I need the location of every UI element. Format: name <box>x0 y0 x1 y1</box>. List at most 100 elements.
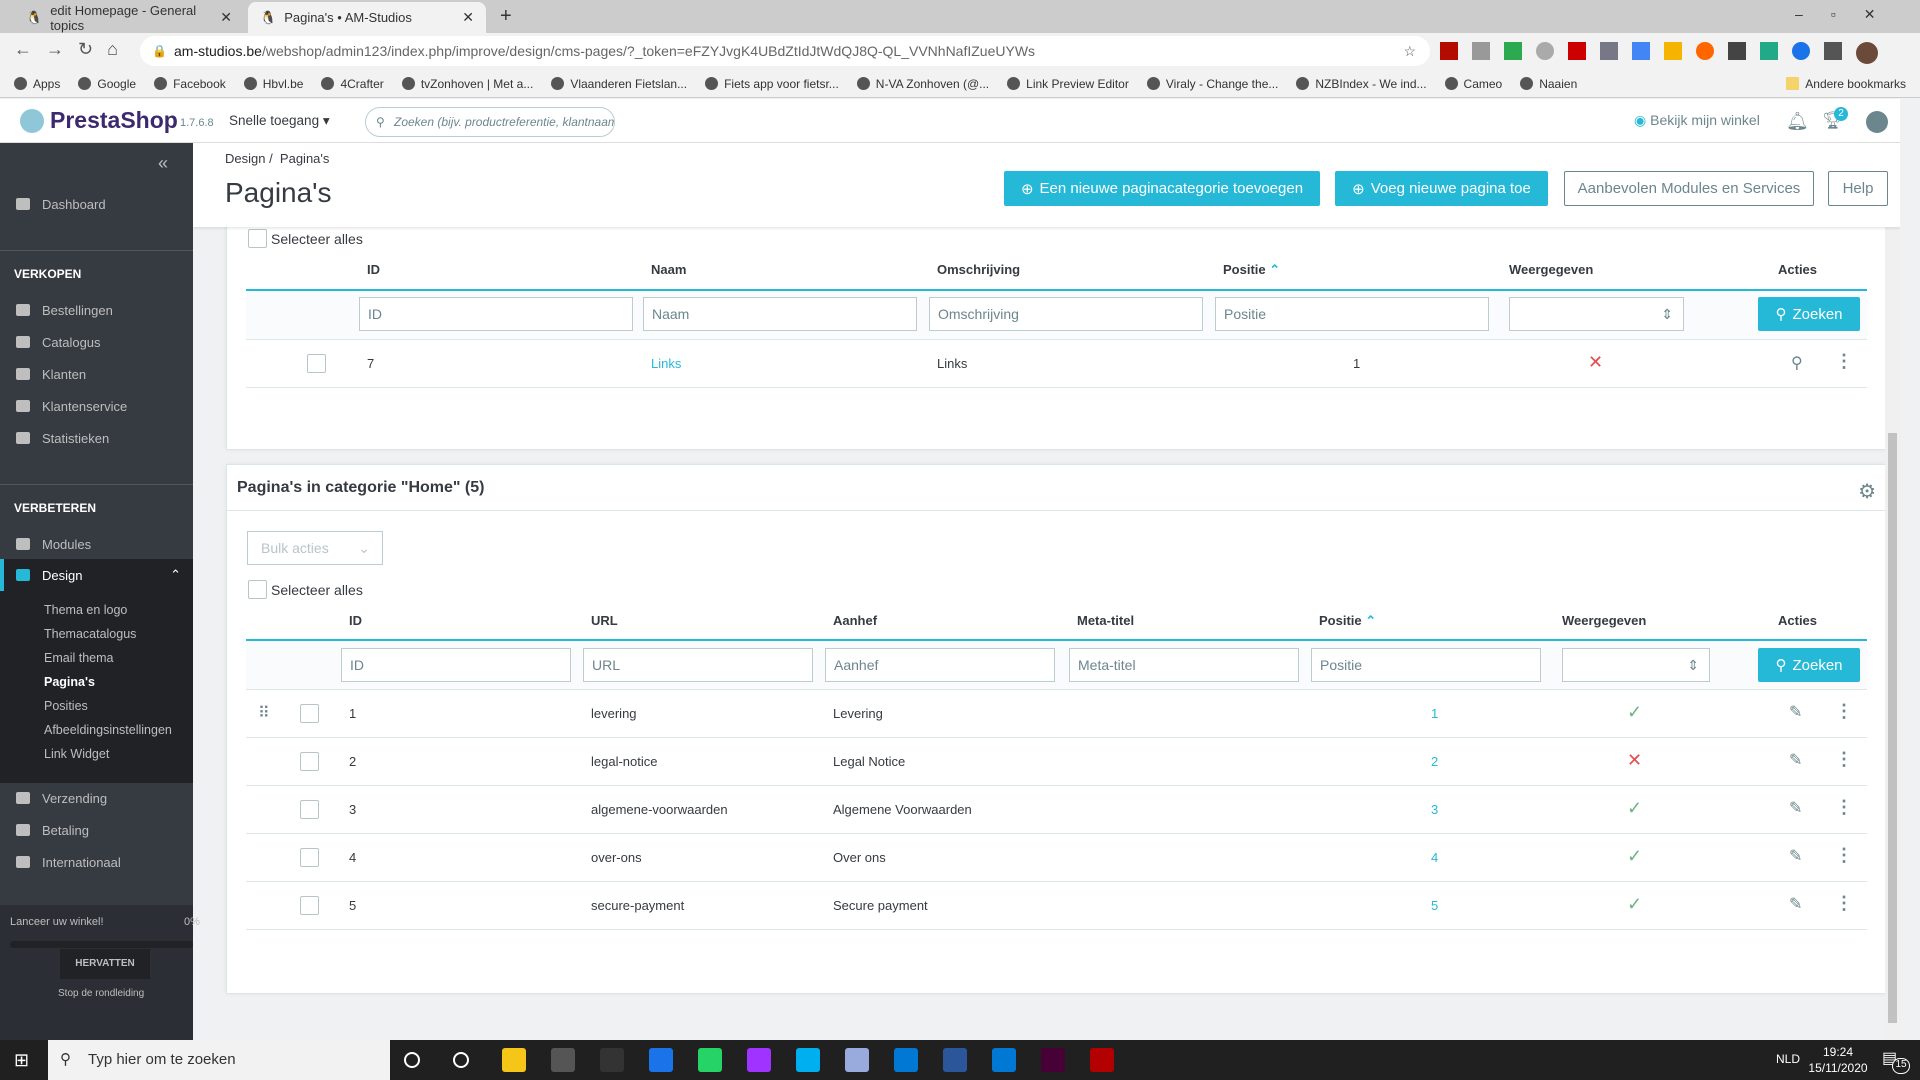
sidebar-item[interactable]: Verzending <box>0 782 193 814</box>
more-actions-icon[interactable]: ⋮ <box>1835 893 1853 914</box>
word-icon[interactable] <box>943 1048 967 1072</box>
collapse-sidebar-icon[interactable]: « <box>158 153 168 174</box>
search-input[interactable]: ⚲ Zoeken (bijv. productreferentie, klantn… <box>365 107 615 137</box>
browser-tab-active[interactable]: 🐧 Pagina's • AM-Studios ✕ <box>248 2 486 33</box>
displayed-toggle[interactable]: ✓ <box>1627 798 1642 819</box>
notepad-icon[interactable] <box>845 1048 869 1072</box>
gear-icon[interactable]: ⚙ <box>1858 479 1876 504</box>
more-actions-icon[interactable]: ⋮ <box>1835 701 1853 722</box>
bookmark-item[interactable]: Cameo <box>1444 77 1502 91</box>
search-button[interactable]: ⚲ Zoeken <box>1758 297 1860 331</box>
filter-input[interactable]: ID <box>359 297 633 331</box>
sidebar-subitem[interactable]: Link Widget <box>44 747 109 761</box>
nav-buttons[interactable]: ←→↻⌂ <box>14 39 132 60</box>
filezilla-icon[interactable] <box>1090 1048 1114 1072</box>
new-tab-button[interactable]: + <box>500 5 512 28</box>
camera-icon[interactable] <box>992 1048 1016 1072</box>
sidebar-subitem[interactable]: Thema en logo <box>44 603 127 617</box>
bookmark-item[interactable]: Naaien <box>1520 77 1577 91</box>
sidebar-item-modules[interactable]: Modules <box>0 528 193 560</box>
sidebar-item-design[interactable]: Design ⌃ <box>0 559 193 591</box>
star-icon[interactable]: ☆ <box>1403 36 1416 66</box>
filter-input[interactable]: ID <box>341 648 571 682</box>
stop-tour-link[interactable]: Stop de rondleiding <box>58 988 144 999</box>
drag-handle-icon[interactable]: ⠿ <box>258 703 270 723</box>
language-indicator[interactable]: NLD <box>1776 1052 1800 1066</box>
row-checkbox[interactable] <box>307 354 326 373</box>
url-input[interactable]: 🔒 am-studios.be/webshop/admin123/index.ph… <box>140 36 1430 66</box>
displayed-toggle[interactable]: ✕ <box>1588 352 1603 373</box>
sidebar-subitem[interactable]: Pagina's <box>44 675 95 689</box>
displayed-toggle[interactable]: ✕ <box>1627 750 1642 771</box>
filter-input[interactable]: Meta-titel <box>1069 648 1299 682</box>
more-actions-icon[interactable]: ⋮ <box>1835 845 1853 866</box>
bookmark-item[interactable]: Apps <box>14 77 60 91</box>
bookmark-item[interactable]: tvZonhoven | Met a... <box>401 77 533 91</box>
filter-input[interactable]: URL <box>583 648 813 682</box>
clock[interactable]: 19:24 15/11/2020 <box>1808 1044 1868 1076</box>
row-checkbox[interactable] <box>300 800 319 819</box>
column-header[interactable]: Positie ⌃ <box>1223 262 1280 278</box>
recommended-modules-button[interactable]: Aanbevolen Modules en Services <box>1564 171 1814 206</box>
bookmark-item[interactable]: NZBIndex - We ind... <box>1296 77 1427 91</box>
page-scrollbar[interactable] <box>1885 143 1900 1040</box>
row-checkbox[interactable] <box>300 704 319 723</box>
view-shop-link[interactable]: ◉ Bekijk mijn winkel <box>1634 112 1760 129</box>
filter-input[interactable]: Positie <box>1215 297 1489 331</box>
bookmark-item[interactable]: Fiets app voor fietsr... <box>705 77 839 91</box>
close-tab-icon[interactable]: ✕ <box>220 9 232 26</box>
edit-pencil-icon[interactable]: ✎ <box>1789 702 1802 722</box>
more-actions-icon[interactable]: ⋮ <box>1835 749 1853 770</box>
bookmark-item[interactable]: 4Crafter <box>321 77 384 91</box>
close-tab-icon[interactable]: ✕ <box>462 9 474 26</box>
outlook-icon[interactable] <box>894 1048 918 1072</box>
bookmark-item[interactable]: Link Preview Editor <box>1007 77 1129 91</box>
help-button[interactable]: Help <box>1828 171 1888 206</box>
more-actions-icon[interactable]: ⋮ <box>1835 797 1853 818</box>
displayed-filter-select[interactable]: ⇕ <box>1509 297 1684 331</box>
breadcrumb-design[interactable]: Design <box>225 151 265 166</box>
windows-start-icon[interactable]: ⊞ <box>14 1050 29 1071</box>
dreamweaver-icon[interactable] <box>1041 1048 1065 1072</box>
sidebar-item[interactable]: Klantenservice <box>0 390 193 422</box>
view-icon[interactable]: ⚲ <box>1791 353 1803 373</box>
sidebar-subitem[interactable]: Email thema <box>44 651 113 665</box>
sidebar-subitem[interactable]: Afbeeldingsinstellingen <box>44 723 172 737</box>
filter-input[interactable]: Aanhef <box>825 648 1055 682</box>
column-header[interactable]: Positie ⌃ <box>1319 613 1376 629</box>
resume-button[interactable]: HERVATTEN <box>60 949 150 979</box>
displayed-toggle[interactable]: ✓ <box>1627 894 1642 915</box>
edit-pencil-icon[interactable]: ✎ <box>1789 750 1802 770</box>
phone-icon[interactable] <box>649 1048 673 1072</box>
store-icon[interactable] <box>551 1048 575 1072</box>
bookmark-item[interactable]: Viraly - Change the... <box>1146 77 1278 91</box>
window-controls[interactable]: –▫✕ <box>1795 6 1903 23</box>
prestashop-logo[interactable]: PrestaShop <box>50 107 178 134</box>
sidebar-item[interactable]: Catalogus <box>0 326 193 358</box>
sidebar-item[interactable]: Statistieken <box>0 422 193 454</box>
filter-input[interactable]: Naam <box>643 297 917 331</box>
edit-pencil-icon[interactable]: ✎ <box>1789 798 1802 818</box>
taskbar-search-input[interactable]: ⚲ Typ hier om te zoeken <box>48 1040 390 1080</box>
bookmark-item[interactable]: Google <box>78 77 136 91</box>
file-explorer-icon[interactable] <box>502 1048 526 1072</box>
displayed-filter-select[interactable]: ⇕ <box>1562 648 1710 682</box>
filter-input[interactable]: Omschrijving <box>929 297 1203 331</box>
user-avatar-icon[interactable] <box>1866 111 1888 133</box>
displayed-toggle[interactable]: ✓ <box>1627 702 1642 723</box>
filter-input[interactable]: Positie <box>1311 648 1541 682</box>
sidebar-item[interactable]: Betaling <box>0 814 193 846</box>
browser-tab[interactable]: 🐧 edit Homepage - General topics ✕ <box>14 2 244 33</box>
add-page-button[interactable]: ⊕ Voeg nieuwe pagina toe <box>1335 171 1548 206</box>
extension-icons[interactable] <box>1440 42 1878 64</box>
messenger-icon[interactable] <box>747 1048 771 1072</box>
other-bookmarks[interactable]: Andere bookmarks <box>1786 77 1906 91</box>
task-view-icon[interactable] <box>453 1052 469 1068</box>
select-all-checkbox[interactable] <box>248 229 267 248</box>
breadcrumb-pages[interactable]: Pagina's <box>280 151 329 166</box>
sidebar-subitem[interactable]: Themacatalogus <box>44 627 136 641</box>
quick-access-dropdown[interactable]: Snelle toegang ▾ <box>229 113 330 129</box>
add-category-button[interactable]: ⊕ Een nieuwe paginacategorie toevoegen <box>1004 171 1320 206</box>
bookmark-item[interactable]: Vlaanderen Fietslan... <box>551 77 687 91</box>
edit-pencil-icon[interactable]: ✎ <box>1789 846 1802 866</box>
